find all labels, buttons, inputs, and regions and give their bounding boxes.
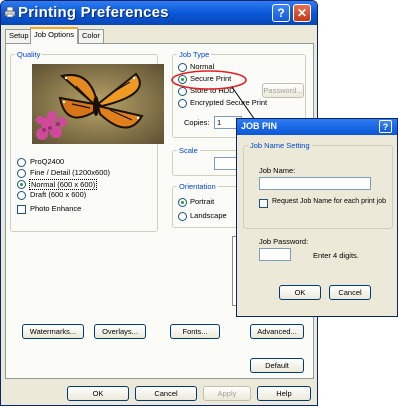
draft-radio[interactable] [17,191,26,200]
tab-color[interactable]: Color [78,29,104,43]
tab-setup[interactable]: Setup [5,29,33,43]
encrypted-secure-print-label: Encrypted Secure Print [190,98,268,107]
cancel-button[interactable]: Cancel [135,386,197,401]
photo-enhance-checkbox[interactable] [17,205,26,214]
tab-job-options[interactable]: Job Options [30,27,79,44]
help-button[interactable]: Help [257,386,311,401]
default-button[interactable]: Default [250,358,304,373]
secure-print-label: Secure Print [190,74,232,83]
quality-legend: Quality [17,50,41,59]
landscape-label: Landscape [190,211,227,220]
proq2400-radio[interactable] [17,158,26,167]
title-bar[interactable]: Printing Preferences ? ✕ [1,1,317,25]
apply-button[interactable]: Apply [203,386,251,401]
job-pin-ok-button[interactable]: OK [279,285,321,300]
job-password-label: Job Password: [259,237,309,246]
store-to-hdd-label: Store to HDD [190,86,235,95]
scale-legend: Scale [179,146,198,155]
ok-button[interactable]: OK [67,386,129,401]
job-name-setting-legend: Job Name Setting [250,141,310,150]
draft-label: Draft (600 x 600) [30,190,87,199]
proq2400-label: ProQ2400 [30,157,65,166]
job-pin-title: JOB PIN [241,121,278,131]
job-pin-cancel-button[interactable]: Cancel [329,285,371,300]
request-job-name-checkbox[interactable] [259,199,268,208]
password-button[interactable]: Password... [262,83,304,98]
store-to-hdd-radio[interactable] [178,87,187,96]
request-job-name-label: Request Job Name for each print job [272,198,387,205]
window-title: Printing Preferences [18,4,169,21]
normal-quality-label: Normal (600 x 600) [29,179,98,190]
job-type-legend: Job Type [179,50,210,59]
advanced-button[interactable]: Advanced... [250,324,304,339]
job-pin-dialog: JOB PIN ? Job Name Setting Job Name: Req… [236,118,398,317]
portrait-radio[interactable] [178,198,187,207]
help-title-button[interactable]: ? [272,4,290,22]
close-title-button[interactable]: ✕ [293,4,311,22]
landscape-radio[interactable] [178,212,187,221]
fonts-button[interactable]: Fonts... [170,324,220,339]
butterfly-preview-image [32,64,164,144]
job-name-label: Job Name: [259,166,296,175]
normal-quality-radio[interactable] [17,180,26,189]
job-password-input[interactable] [259,248,291,261]
secure-print-radio[interactable] [178,75,187,84]
portrait-label: Portrait [190,197,215,206]
copies-label: Copies: [184,118,210,127]
enter-digits-hint: Enter 4 digits. [313,251,359,260]
job-type-normal-radio[interactable] [178,63,187,72]
orientation-legend: Orientation [179,182,216,191]
job-type-normal-label: Normal [190,62,215,71]
photo-enhance-label: Photo Enhance [30,204,82,213]
printer-icon [4,6,16,18]
job-pin-title-bar[interactable]: JOB PIN ? [237,119,397,135]
overlays-button[interactable]: Overlays... [94,324,146,339]
fine-detail-label: Fine / Detail (1200x600) [30,168,111,177]
watermarks-button[interactable]: Watermarks... [22,324,84,339]
fine-detail-radio[interactable] [17,169,26,178]
encrypted-secure-print-radio[interactable] [178,99,187,108]
job-pin-help-button[interactable]: ? [379,120,392,133]
job-name-input[interactable] [259,177,371,190]
